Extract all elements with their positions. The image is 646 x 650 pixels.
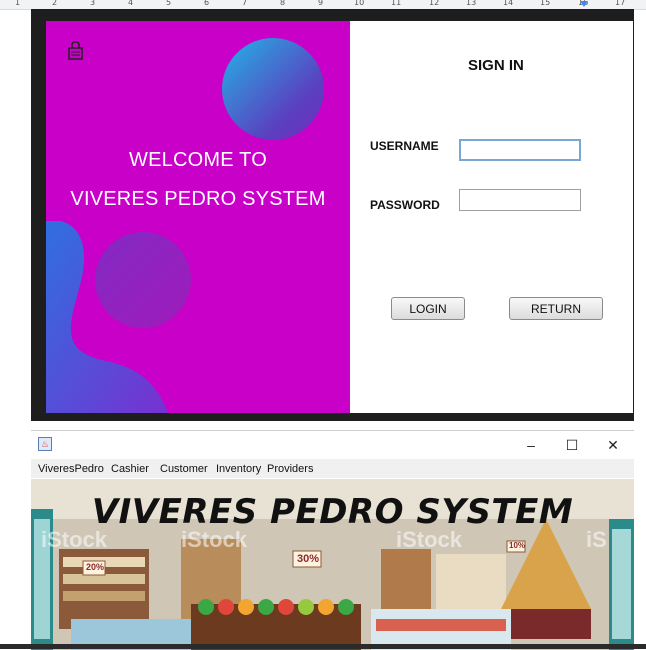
ruler-mark: 15 xyxy=(540,0,551,7)
ruler-mark: 7 xyxy=(242,0,248,7)
return-button[interactable]: RETURN xyxy=(509,297,603,320)
ruler-mark: 4 xyxy=(128,0,134,7)
menu-bar: ViveresPedro Cashier Customer Inventory … xyxy=(31,459,634,478)
java-app-icon: ♨ xyxy=(38,437,52,451)
decorative-circle xyxy=(95,232,191,328)
ruler-mark: 13 xyxy=(466,0,477,7)
menu-cashier[interactable]: Cashier xyxy=(111,463,149,475)
ruler-mark: 1 xyxy=(15,0,21,7)
username-field-box xyxy=(459,139,581,161)
username-field[interactable] xyxy=(461,141,579,159)
menu-providers[interactable]: Providers xyxy=(267,463,313,475)
username-label: USERNAME xyxy=(370,139,439,153)
price-sign: 20% xyxy=(86,562,105,572)
price-sign: 10% xyxy=(509,541,526,550)
welcome-heading: WELCOME TO xyxy=(129,149,267,171)
decorative-circle xyxy=(222,38,324,140)
main-window: ♨ – ☐ ✕ ViveresPedro Cashier Customer In… xyxy=(31,430,634,650)
ruler-mark: 8 xyxy=(280,0,286,7)
menu-customer[interactable]: Customer xyxy=(160,463,208,475)
ruler-mark: 5 xyxy=(166,0,172,7)
minimize-button[interactable]: – xyxy=(516,435,546,455)
ruler-mark: 2 xyxy=(52,0,58,7)
ruler-mark: 9 xyxy=(318,0,324,7)
ruler-mark: 14 xyxy=(503,0,514,7)
indent-marker-icon[interactable] xyxy=(580,1,588,7)
banner-title: VIVERES PEDRO SYSTEM xyxy=(91,492,574,532)
store-banner: iStock iStock iStock iS 20% 30% 10% VIVE… xyxy=(31,479,634,650)
password-field-box xyxy=(459,189,581,211)
login-button[interactable]: LOGIN xyxy=(391,297,465,320)
menu-viverespedro[interactable]: ViveresPedro xyxy=(38,463,104,475)
title-bar: ♨ – ☐ ✕ xyxy=(31,431,634,458)
login-window: WELCOME TO VIVERES PEDRO SYSTEM SIGN IN … xyxy=(31,9,634,421)
price-sign: 30% xyxy=(297,553,320,565)
ruler-mark: 12 xyxy=(429,0,440,7)
ruler-mark: 10 xyxy=(354,0,365,7)
maximize-button[interactable]: ☐ xyxy=(557,435,587,455)
ruler-mark: 17 xyxy=(615,0,626,7)
welcome-panel: WELCOME TO VIVERES PEDRO SYSTEM xyxy=(46,21,350,413)
password-field[interactable] xyxy=(460,190,580,210)
password-label: PASSWORD xyxy=(370,198,440,212)
ruler-mark: 3 xyxy=(90,0,96,7)
sign-in-panel: SIGN IN USERNAME PASSWORD LOGIN RETURN xyxy=(350,21,633,413)
sign-in-title: SIGN IN xyxy=(468,57,524,74)
page-bottom-edge xyxy=(0,644,646,649)
close-button[interactable]: ✕ xyxy=(598,435,628,455)
ruler-mark: 6 xyxy=(204,0,210,7)
ruler-mark: 11 xyxy=(391,0,402,7)
menu-inventory[interactable]: Inventory xyxy=(216,463,261,475)
system-name-heading: VIVERES PEDRO SYSTEM xyxy=(70,188,326,210)
lock-icon xyxy=(66,39,86,66)
